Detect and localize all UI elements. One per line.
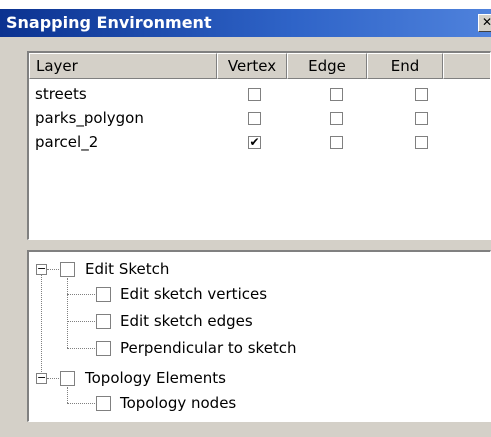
layer-name: streets <box>35 85 87 103</box>
tree-spine-line <box>41 274 42 384</box>
column-header-end[interactable]: End <box>367 53 443 79</box>
end-checkbox[interactable] <box>415 88 428 101</box>
column-header-edge[interactable]: Edge <box>287 53 367 79</box>
tree-connector-line <box>67 348 95 349</box>
tree-branch-line <box>67 278 68 348</box>
checkbox-edit-sketch-edges[interactable] <box>96 314 111 329</box>
tree-connector-line <box>67 321 95 322</box>
grid-header: Layer Vertex Edge End <box>29 53 490 79</box>
edge-checkbox[interactable] <box>330 88 343 101</box>
close-icon: ✕ <box>481 15 491 29</box>
snapping-environment-window: Snapping Environment ✕ Layer Vertex Edge… <box>0 0 491 437</box>
end-checkbox[interactable] <box>415 136 428 149</box>
tree-item-edit-sketch-edges[interactable]: Edit sketch edges <box>120 312 253 330</box>
edge-checkbox[interactable] <box>330 112 343 125</box>
window-title: Snapping Environment <box>6 13 212 32</box>
tree-item-edit-sketch-vertices[interactable]: Edit sketch vertices <box>120 285 267 303</box>
vertex-checkbox[interactable]: ✔ <box>248 136 261 149</box>
tree-connector-line <box>47 269 59 270</box>
layer-name: parks_polygon <box>35 109 144 127</box>
edge-checkbox[interactable] <box>330 136 343 149</box>
checkbox-edit-sketch-vertices[interactable] <box>96 287 111 302</box>
tree-item-perpendicular-to-sketch[interactable]: Perpendicular to sketch <box>120 339 297 357</box>
tree-branch-line <box>67 387 68 403</box>
tree-item-topology-nodes[interactable]: Topology nodes <box>120 394 236 412</box>
collapse-icon[interactable]: − <box>36 372 47 384</box>
layer-snapping-grid: Layer Vertex Edge End streets parks_poly… <box>27 51 491 240</box>
vertex-checkbox[interactable] <box>248 112 261 125</box>
tree-connector-line <box>67 294 95 295</box>
column-header-vertex[interactable]: Vertex <box>217 53 287 79</box>
layer-row: parcel_2 ✔ <box>29 131 490 155</box>
column-header-filler <box>443 53 490 79</box>
layer-row: parks_polygon <box>29 107 490 131</box>
close-button[interactable]: ✕ <box>478 14 491 32</box>
group-checkbox-topology-elements[interactable] <box>60 371 75 386</box>
group-checkbox-edit-sketch[interactable] <box>60 262 75 277</box>
vertex-checkbox[interactable] <box>248 88 261 101</box>
top-strip <box>0 0 491 9</box>
layer-rows: streets parks_polygon parcel_2 ✔ <box>29 83 490 155</box>
collapse-icon[interactable]: − <box>36 263 47 275</box>
title-bar[interactable]: Snapping Environment ✕ <box>0 9 491 37</box>
checkbox-perpendicular-to-sketch[interactable] <box>96 341 111 356</box>
tree-group-edit-sketch[interactable]: Edit Sketch <box>85 260 169 278</box>
end-checkbox[interactable] <box>415 112 428 125</box>
tree-connector-line <box>47 378 59 379</box>
layer-name: parcel_2 <box>35 133 99 151</box>
layer-row: streets <box>29 83 490 107</box>
tree-connector-line <box>67 403 95 404</box>
checkbox-topology-nodes[interactable] <box>96 396 111 411</box>
column-header-layer[interactable]: Layer <box>29 53 217 79</box>
snapping-tree: − Edit Sketch Edit sketch vertices Edit … <box>27 250 491 422</box>
tree-group-topology-elements[interactable]: Topology Elements <box>85 369 226 387</box>
